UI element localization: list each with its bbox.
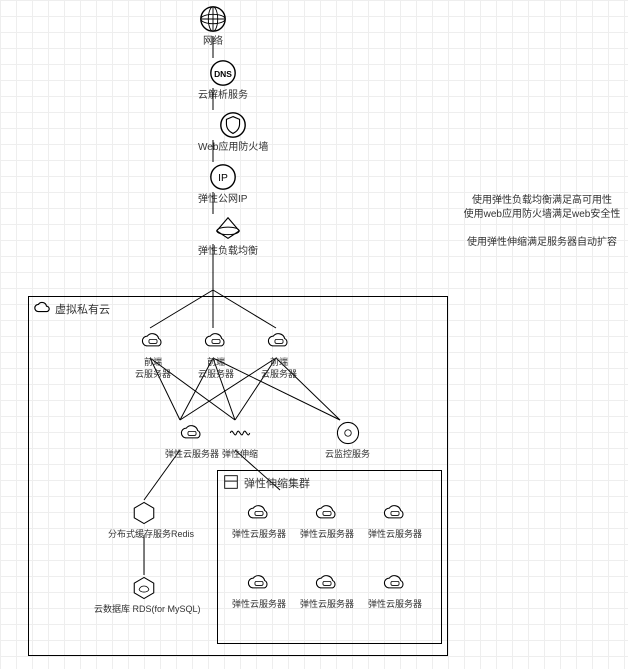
eye-icon bbox=[335, 420, 361, 446]
cloud-server-icon bbox=[140, 328, 166, 354]
asg-server-label: 弹性云服务器 bbox=[232, 528, 286, 540]
asg-server-label: 弹性云服务器 bbox=[368, 598, 422, 610]
layers-icon bbox=[222, 473, 240, 491]
monitor-label: 云监控服务 bbox=[325, 448, 370, 460]
dns-icon: DNS bbox=[208, 58, 238, 88]
hexagon-icon bbox=[131, 500, 157, 526]
asg-server-label: 弹性云服务器 bbox=[232, 598, 286, 610]
asg-container: 弹性伸缩集群 bbox=[217, 470, 442, 644]
vpc-title: 虚拟私有云 bbox=[55, 301, 110, 317]
elb-node: 弹性负载均衡 bbox=[198, 214, 258, 258]
waf-node: Web应用防火墙 bbox=[198, 110, 268, 154]
svg-text:IP: IP bbox=[218, 173, 228, 184]
asg-server-label: 弹性云服务器 bbox=[300, 598, 354, 610]
rds-label: 云数据库 RDS(for MySQL) bbox=[94, 603, 194, 615]
as-label: 弹性伸缩 bbox=[222, 448, 258, 460]
asg-server-label: 弹性云服务器 bbox=[368, 528, 422, 540]
load-balancer-icon bbox=[213, 214, 243, 244]
shield-icon bbox=[218, 110, 248, 140]
redis-label: 分布式缓存服务Redis bbox=[108, 528, 180, 540]
fe3-label: 前端 云服务器 bbox=[261, 356, 297, 380]
ecs-node: 弹性云服务器 bbox=[165, 420, 219, 460]
fe1-label: 前端 云服务器 bbox=[135, 356, 171, 380]
database-icon bbox=[131, 575, 157, 601]
elb-label: 弹性负载均衡 bbox=[198, 246, 258, 258]
eip-node: IP 弹性公网IP bbox=[198, 162, 247, 206]
cloud-server-icon bbox=[246, 500, 272, 526]
frontend-server-1: 前端 云服务器 bbox=[135, 328, 171, 380]
monitor-node: 云监控服务 bbox=[325, 420, 370, 460]
asg-server-4: 弹性云服务器 bbox=[232, 570, 286, 610]
waf-label: Web应用防火墙 bbox=[198, 142, 268, 154]
cloud-server-icon bbox=[203, 328, 229, 354]
annotation-1: 使用弹性负载均衡满足高可用性 bbox=[458, 194, 626, 208]
auto-scaling-icon bbox=[227, 420, 253, 446]
dns-node: DNS 云解析服务 bbox=[198, 58, 248, 102]
ecs-label: 弹性云服务器 bbox=[165, 448, 219, 460]
cloud-server-icon bbox=[382, 570, 408, 596]
asg-server-2: 弹性云服务器 bbox=[300, 500, 354, 540]
dns-label: 云解析服务 bbox=[198, 90, 248, 102]
auto-scaling-node: 弹性伸缩 bbox=[222, 420, 258, 460]
ip-icon: IP bbox=[208, 162, 238, 192]
cloud-server-icon bbox=[246, 570, 272, 596]
eip-label: 弹性公网IP bbox=[198, 194, 247, 206]
asg-server-3: 弹性云服务器 bbox=[368, 500, 422, 540]
rds-node: 云数据库 RDS(for MySQL) bbox=[94, 575, 194, 615]
annotation-3: 使用弹性伸缩满足服务器自动扩容 bbox=[458, 236, 626, 250]
asg-server-label: 弹性云服务器 bbox=[300, 528, 354, 540]
cloud-icon bbox=[33, 299, 51, 317]
network-node: 网络 bbox=[198, 4, 228, 48]
asg-server-6: 弹性云服务器 bbox=[368, 570, 422, 610]
redis-node: 分布式缓存服务Redis bbox=[108, 500, 180, 540]
asg-server-5: 弹性云服务器 bbox=[300, 570, 354, 610]
network-label: 网络 bbox=[198, 36, 228, 48]
cloud-server-icon bbox=[266, 328, 292, 354]
frontend-server-2: 前端 云服务器 bbox=[198, 328, 234, 380]
cloud-server-icon bbox=[314, 500, 340, 526]
svg-text:DNS: DNS bbox=[214, 69, 232, 79]
fe2-label: 前端 云服务器 bbox=[198, 356, 234, 380]
cloud-server-icon bbox=[314, 570, 340, 596]
globe-icon bbox=[198, 4, 228, 34]
frontend-server-3: 前端 云服务器 bbox=[261, 328, 297, 380]
asg-title: 弹性伸缩集群 bbox=[244, 475, 310, 491]
cloud-server-icon bbox=[179, 420, 205, 446]
asg-server-1: 弹性云服务器 bbox=[232, 500, 286, 540]
annotation-2: 使用web应用防火墙满足web安全性 bbox=[458, 208, 626, 222]
cloud-server-icon bbox=[382, 500, 408, 526]
